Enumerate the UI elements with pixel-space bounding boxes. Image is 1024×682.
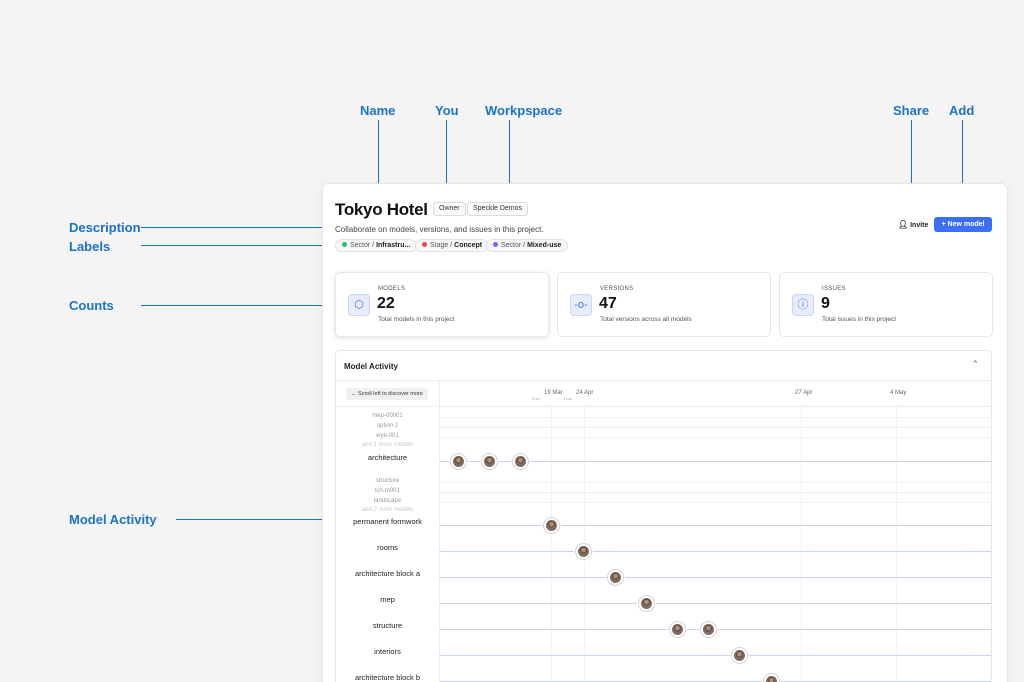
timeline-subdate: 1 mo	[563, 396, 572, 401]
label-prefix: Stage /	[430, 242, 453, 249]
row-line	[440, 427, 991, 428]
avatar[interactable]	[543, 517, 560, 534]
grid-line	[896, 407, 897, 682]
model-row-label[interactable]: architecture block b	[336, 673, 439, 682]
project-card: Tokyo Hotel Owner Speckle Demos 👤︎ Invit…	[322, 183, 1008, 682]
timeline-date: 4 May	[890, 390, 907, 396]
project-title: Tokyo Hotel	[335, 200, 428, 219]
annotation-description: Description	[69, 220, 141, 235]
activity-header[interactable]: Model Activity ⌃	[336, 351, 991, 381]
row-line	[440, 655, 991, 656]
annotation-you: You	[435, 103, 459, 118]
annotation-labels: Labels	[69, 239, 111, 254]
count-value: 22	[377, 295, 395, 312]
invite-label: Invite	[910, 222, 929, 229]
annotation-model-activity: Model Activity	[69, 512, 157, 527]
row-line	[440, 492, 991, 493]
info-icon: ⓘ	[792, 294, 814, 316]
avatar[interactable]	[450, 453, 467, 470]
label-prefix: Sector /	[350, 242, 375, 249]
model-row-faint[interactable]: option 2	[336, 423, 439, 429]
annotation-workspace: Workpspace	[485, 103, 563, 118]
workspace-chip[interactable]: Speckle Demos	[467, 202, 529, 216]
model-row-label[interactable]: permanent formwork	[336, 517, 439, 526]
model-row-faint[interactable]: structure	[336, 478, 439, 484]
avatar[interactable]	[481, 453, 498, 470]
timeline-date: 19 Mar	[544, 390, 563, 396]
model-row-label[interactable]: mep	[336, 595, 439, 604]
count-subtitle: Total issues in this project	[822, 316, 897, 323]
avatar[interactable]	[607, 569, 624, 586]
count-subtitle: Total models in this project	[378, 316, 455, 323]
avatar[interactable]	[638, 595, 655, 612]
annotation-share: Share	[893, 103, 930, 118]
issues-count-card[interactable]: ⓘ ISSUES 9 Total issues in this project	[779, 272, 993, 337]
activity-title: Model Activity	[344, 362, 398, 371]
chevron-up-icon[interactable]: ⌃	[971, 359, 979, 370]
annotation-add: Add	[949, 103, 975, 118]
label-value: Mixed-use	[527, 242, 562, 249]
row-line	[440, 502, 991, 503]
timeline-date: 27 Apr	[795, 390, 813, 396]
avatar[interactable]	[700, 621, 717, 638]
role-chip: Owner	[433, 202, 466, 216]
timeline-subdate: 2 en	[532, 396, 540, 401]
row-line	[440, 577, 991, 578]
label-dot	[493, 242, 498, 247]
avatar[interactable]	[731, 647, 748, 664]
model-row-faint[interactable]: landscape	[336, 498, 439, 504]
more-models-label[interactable]: and 2 more models	[336, 507, 439, 513]
model-row-label[interactable]: structure	[336, 621, 439, 630]
row-line	[440, 417, 991, 418]
count-value: 47	[599, 295, 617, 312]
label-value: Infrastru...	[376, 242, 411, 249]
header-divider	[336, 406, 991, 407]
model-row-faint[interactable]: wye-001	[336, 433, 439, 439]
row-line	[440, 603, 991, 604]
count-label: MODELS	[378, 286, 406, 292]
models-count-card[interactable]: ⬡ MODELS 22 Total models in this project	[335, 272, 549, 337]
label-chip[interactable]: Stage / Concept	[415, 239, 490, 252]
cube-icon: ⬡	[348, 294, 370, 316]
label-dot	[342, 242, 347, 247]
label-dot	[422, 242, 427, 247]
add-user-icon: 👤︎	[898, 220, 909, 229]
count-value: 9	[821, 295, 830, 312]
avatar[interactable]	[669, 621, 686, 638]
label-value: Concept	[454, 242, 483, 249]
invite-button[interactable]: 👤︎ Invite	[898, 220, 928, 229]
avatar[interactable]	[763, 673, 780, 682]
count-subtitle: Total versions across all models	[600, 316, 692, 323]
annotation-name: Name	[360, 103, 396, 118]
project-description: Collaborate on models, versions, and iss…	[335, 225, 544, 234]
label-chip[interactable]: Sector / Infrastru...	[335, 239, 418, 252]
new-model-button[interactable]: + New model	[934, 217, 992, 232]
timeline-date: 24 Apr	[576, 390, 594, 396]
model-row-label[interactable]: architecture	[336, 453, 439, 462]
commit-icon: -o-	[570, 294, 592, 316]
grid-line	[551, 407, 552, 682]
model-activity-panel: Model Activity ⌃ ← Scroll left to discov…	[335, 350, 992, 682]
model-row-label[interactable]: rooms	[336, 543, 439, 552]
versions-count-card[interactable]: -o- VERSIONS 47 Total versions across al…	[557, 272, 771, 337]
count-label: VERSIONS	[600, 286, 634, 292]
model-row-faint[interactable]: lch-m001	[336, 488, 439, 494]
model-row-faint[interactable]: mep-00001	[336, 413, 439, 419]
row-line	[440, 437, 991, 438]
label-chip[interactable]: Sector / Mixed-use	[486, 239, 569, 252]
scroll-left-button[interactable]: ← Scroll left to discover more	[346, 388, 428, 400]
more-models-label[interactable]: and 1 more models	[336, 442, 439, 448]
row-line	[440, 551, 991, 552]
model-row-label[interactable]: architecture block a	[336, 569, 439, 578]
count-label: ISSUES	[822, 286, 846, 292]
avatar[interactable]	[512, 453, 529, 470]
annotation-counts: Counts	[69, 298, 114, 313]
label-prefix: Sector /	[501, 242, 526, 249]
avatar[interactable]	[575, 543, 592, 560]
row-line	[440, 482, 991, 483]
row-line	[440, 525, 991, 526]
grid-line	[801, 407, 802, 682]
model-row-label[interactable]: interiors	[336, 647, 439, 656]
